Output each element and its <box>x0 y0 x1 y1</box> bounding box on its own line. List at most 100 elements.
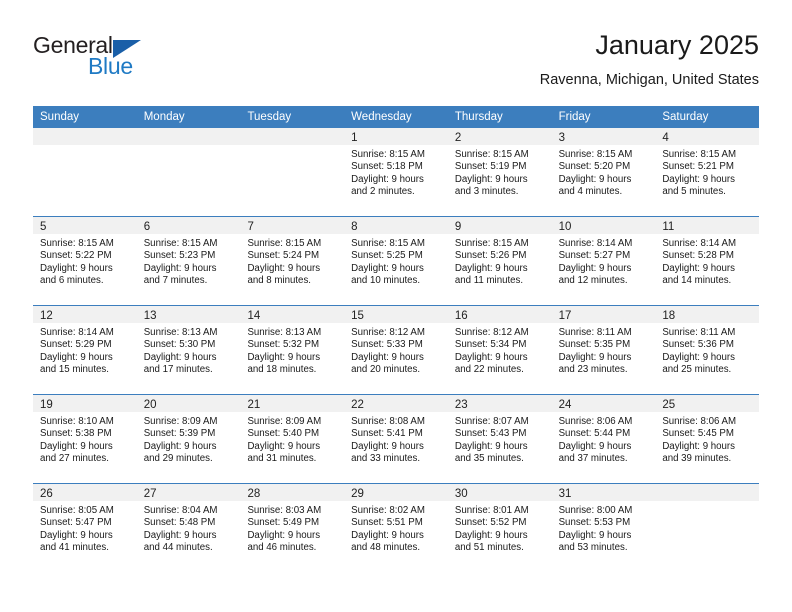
calendar-day-cell[interactable]: 10 Sunrise: 8:14 AM Sunset: 5:27 PM Dayligh… <box>551 217 656 305</box>
calendar-day-cell[interactable]: 17 Sunrise: 8:11 AM Sunset: 5:35 PM Dayligh… <box>551 306 656 394</box>
calendar-week-row: 26 Sunrise: 8:05 AM Sunset: 5:47 PM Dayligh… <box>33 483 760 572</box>
calendar-week-row: 5 Sunrise: 8:15 AM Sunset: 5:22 PM Daylight… <box>33 216 760 305</box>
calendar-day-cell[interactable]: 2 Sunrise: 8:15 AM Sunset: 5:19 PM Daylight… <box>447 128 552 216</box>
calendar-day-cell[interactable]: 15 Sunrise: 8:12 AM Sunset: 5:33 PM Dayligh… <box>344 306 448 394</box>
day-number-band: 31 <box>551 484 656 501</box>
calendar-day-cell[interactable]: 29 Sunrise: 8:02 AM Sunset: 5:51 PM Dayligh… <box>344 484 448 572</box>
day-details: Sunrise: 8:00 AM Sunset: 5:53 PM Daylight:… <box>552 501 656 555</box>
day-number-band: 6 <box>136 217 241 234</box>
day-number-band <box>240 128 345 145</box>
day-details: Sunrise: 8:02 AM Sunset: 5:51 PM Daylight:… <box>344 501 448 555</box>
daylight-text-line1: Daylight: 9 hours <box>662 262 736 274</box>
sunrise-text: Sunrise: 8:15 AM <box>351 238 425 249</box>
calendar-day-cell[interactable]: 4 Sunrise: 8:15 AM Sunset: 5:21 PM Daylight… <box>655 128 760 216</box>
sunrise-text: Sunrise: 8:13 AM <box>247 327 322 338</box>
day-details: Sunrise: 8:12 AM Sunset: 5:34 PM Daylight:… <box>448 323 552 377</box>
sunrise-text: Sunrise: 8:15 AM <box>351 149 425 160</box>
calendar-day-cell[interactable]: 7 Sunrise: 8:15 AM Sunset: 5:24 PM Daylight… <box>240 217 345 305</box>
calendar-day-cell[interactable]: 8 Sunrise: 8:15 AM Sunset: 5:25 PM Daylight… <box>344 217 448 305</box>
calendar-day-cell[interactable]: 12 Sunrise: 8:14 AM Sunset: 5:29 PM Dayligh… <box>33 306 137 394</box>
day-number-band: 11 <box>655 217 760 234</box>
day-number: 16 <box>454 310 468 322</box>
calendar-week-row: 19 Sunrise: 8:10 AM Sunset: 5:38 PM Dayligh… <box>33 394 760 483</box>
daylight-text-line1: Daylight: 9 hours <box>351 440 424 452</box>
daylight-text-line1: Daylight: 9 hours <box>558 529 632 541</box>
day-number-band <box>136 128 241 145</box>
sunrise-text: Sunrise: 8:14 AM <box>558 238 633 249</box>
calendar-day-cell[interactable]: 19 Sunrise: 8:10 AM Sunset: 5:38 PM Dayligh… <box>33 395 137 483</box>
calendar-day-cell[interactable]: 3 Sunrise: 8:15 AM Sunset: 5:20 PM Daylight… <box>551 128 656 216</box>
daylight-text-line2: and 5 minutes. <box>662 186 726 198</box>
daylight-text-line1: Daylight: 9 hours <box>40 440 113 452</box>
day-number: 1 <box>351 132 358 144</box>
day-number-band: 27 <box>136 484 241 501</box>
day-number: 2 <box>454 132 462 144</box>
calendar-day-cell[interactable]: 5 Sunrise: 8:15 AM Sunset: 5:22 PM Daylight… <box>33 217 137 305</box>
daylight-text-line1: Daylight: 9 hours <box>558 173 632 185</box>
calendar-day-cell[interactable]: 6 Sunrise: 8:15 AM Sunset: 5:23 PM Daylight… <box>136 217 241 305</box>
daylight-text-line2: and 6 minutes. <box>40 275 104 287</box>
sunset-text: Sunset: 5:33 PM <box>351 339 423 351</box>
sunrise-text: Sunrise: 8:01 AM <box>454 505 529 516</box>
day-details: Sunrise: 8:03 AM Sunset: 5:49 PM Daylight:… <box>240 501 344 555</box>
calendar-day-cell[interactable]: 27 Sunrise: 8:04 AM Sunset: 5:48 PM Dayligh… <box>136 484 241 572</box>
sunrise-text: Sunrise: 8:00 AM <box>558 505 633 516</box>
day-number-band: 14 <box>240 306 345 323</box>
weeks-container: 1 Sunrise: 8:15 AM Sunset: 5:18 PM Daylight… <box>33 128 760 572</box>
daylight-text-line2: and 7 minutes. <box>143 275 208 287</box>
sunrise-text: Sunrise: 8:13 AM <box>143 327 218 338</box>
calendar-day-cell[interactable]: 16 Sunrise: 8:12 AM Sunset: 5:34 PM Dayligh… <box>447 306 552 394</box>
sunset-text: Sunset: 5:22 PM <box>40 250 112 262</box>
day-details: Sunrise: 8:11 AM Sunset: 5:35 PM Daylight:… <box>552 323 656 377</box>
calendar-day-cell[interactable]: 24 Sunrise: 8:06 AM Sunset: 5:44 PM Dayligh… <box>551 395 656 483</box>
calendar-day-cell[interactable]: 23 Sunrise: 8:07 AM Sunset: 5:43 PM Dayligh… <box>447 395 552 483</box>
day-details: Sunrise: 8:06 AM Sunset: 5:45 PM Daylight:… <box>655 412 759 466</box>
daylight-text-line1: Daylight: 9 hours <box>662 440 736 452</box>
calendar-day-cell[interactable]: 14 Sunrise: 8:13 AM Sunset: 5:32 PM Dayligh… <box>240 306 345 394</box>
sunrise-text: Sunrise: 8:12 AM <box>351 327 425 338</box>
daylight-text-line1: Daylight: 9 hours <box>40 351 113 363</box>
weekday-header-row: Sunday Monday Tuesday Wednesday Thursday… <box>33 106 759 128</box>
generalblue-logo[interactable]: General Blue <box>33 32 233 88</box>
daylight-text-line2: and 33 minutes. <box>351 453 421 465</box>
day-number: 30 <box>454 488 468 500</box>
weekday-header-thursday: Thursday <box>454 111 503 123</box>
daylight-text-line2: and 31 minutes. <box>247 453 317 465</box>
day-number: 6 <box>143 221 151 233</box>
calendar-day-cell[interactable]: 13 Sunrise: 8:13 AM Sunset: 5:30 PM Dayligh… <box>136 306 241 394</box>
day-details: Sunrise: 8:15 AM Sunset: 5:23 PM Daylight:… <box>137 234 241 288</box>
daylight-text-line2: and 3 minutes. <box>454 186 519 198</box>
sunrise-text: Sunrise: 8:07 AM <box>454 416 529 427</box>
day-number: 17 <box>558 310 572 322</box>
calendar-day-cell[interactable]: 28 Sunrise: 8:03 AM Sunset: 5:49 PM Dayligh… <box>240 484 345 572</box>
sunset-text: Sunset: 5:36 PM <box>662 339 734 351</box>
calendar-day-cell[interactable]: 31 Sunrise: 8:00 AM Sunset: 5:53 PM Dayligh… <box>551 484 656 572</box>
day-details: Sunrise: 8:15 AM Sunset: 5:21 PM Daylight:… <box>655 145 759 199</box>
day-number-band: 22 <box>344 395 448 412</box>
day-details: Sunrise: 8:15 AM Sunset: 5:18 PM Daylight:… <box>344 145 448 199</box>
page-header: General Blue January 2025 Ravenna, Michi… <box>33 28 759 98</box>
calendar-day-cell[interactable]: 18 Sunrise: 8:11 AM Sunset: 5:36 PM Dayligh… <box>655 306 760 394</box>
day-number: 18 <box>662 310 676 322</box>
daylight-text-line2: and 27 minutes. <box>40 453 109 465</box>
calendar-day-cell[interactable]: 26 Sunrise: 8:05 AM Sunset: 5:47 PM Dayligh… <box>33 484 137 572</box>
daylight-text-line1: Daylight: 9 hours <box>247 351 321 363</box>
daylight-text-line1: Daylight: 9 hours <box>454 262 528 274</box>
day-details: Sunrise: 8:09 AM Sunset: 5:40 PM Daylight:… <box>240 412 344 466</box>
daylight-text-line1: Daylight: 9 hours <box>247 440 321 452</box>
calendar-day-cell[interactable]: 1 Sunrise: 8:15 AM Sunset: 5:18 PM Daylight… <box>344 128 448 216</box>
calendar-day-cell[interactable]: 9 Sunrise: 8:15 AM Sunset: 5:26 PM Daylight… <box>447 217 552 305</box>
calendar-day-cell[interactable]: 21 Sunrise: 8:09 AM Sunset: 5:40 PM Dayligh… <box>240 395 345 483</box>
daylight-text-line2: and 4 minutes. <box>558 186 623 198</box>
day-details: Sunrise: 8:15 AM Sunset: 5:22 PM Daylight:… <box>33 234 137 288</box>
calendar-day-cell[interactable]: 20 Sunrise: 8:09 AM Sunset: 5:39 PM Dayligh… <box>136 395 241 483</box>
calendar-day-cell[interactable]: 22 Sunrise: 8:08 AM Sunset: 5:41 PM Dayligh… <box>344 395 448 483</box>
calendar-week-row: 12 Sunrise: 8:14 AM Sunset: 5:29 PM Dayligh… <box>33 305 760 394</box>
day-details: Sunrise: 8:14 AM Sunset: 5:28 PM Daylight:… <box>655 234 759 288</box>
calendar-day-cell[interactable]: 30 Sunrise: 8:01 AM Sunset: 5:52 PM Dayligh… <box>447 484 552 572</box>
calendar-day-cell[interactable]: 25 Sunrise: 8:06 AM Sunset: 5:45 PM Dayligh… <box>655 395 760 483</box>
calendar-day-cell[interactable]: 11 Sunrise: 8:14 AM Sunset: 5:28 PM Dayligh… <box>655 217 760 305</box>
sunrise-text: Sunrise: 8:15 AM <box>558 149 633 160</box>
day-number-band: 7 <box>240 217 345 234</box>
daylight-text-line1: Daylight: 9 hours <box>143 351 217 363</box>
